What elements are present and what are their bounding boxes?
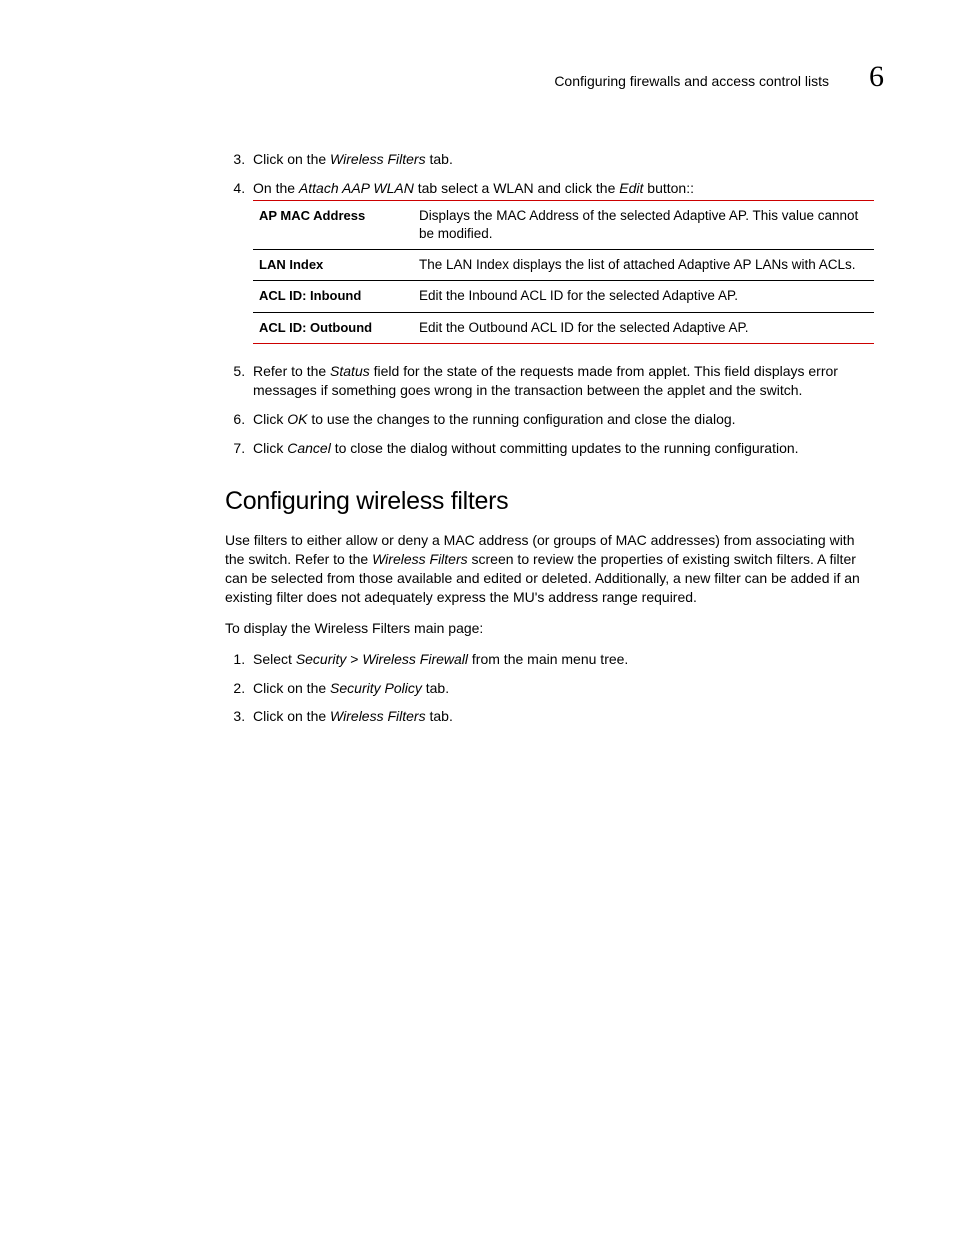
step-text: >	[346, 651, 362, 667]
document-page: Configuring firewalls and access control…	[0, 0, 954, 1235]
step-text: Select	[253, 651, 296, 667]
row-label: AP MAC Address	[253, 200, 419, 249]
running-header: Configuring firewalls and access control…	[70, 62, 884, 92]
step-text: to use the changes to the running config…	[307, 411, 735, 427]
step-text: Refer to the	[253, 363, 330, 379]
definition-table: AP MAC Address Displays the MAC Address …	[253, 200, 874, 344]
row-label: ACL ID: Outbound	[253, 312, 419, 343]
list-item: Refer to the Status field for the state …	[249, 362, 874, 400]
list-item: On the Attach AAP WLAN tab select a WLAN…	[249, 179, 874, 344]
list-item: Click on the Wireless Filters tab.	[249, 150, 874, 169]
emphasis: Security	[296, 651, 347, 667]
step-text: from the main menu tree.	[468, 651, 628, 667]
list-item: Click Cancel to close the dialog without…	[249, 439, 874, 458]
table-row: AP MAC Address Displays the MAC Address …	[253, 200, 874, 249]
chapter-number: 6	[869, 62, 884, 92]
step-text: Click	[253, 440, 287, 456]
header-title: Configuring firewalls and access control…	[554, 73, 829, 89]
row-desc: The LAN Index displays the list of attac…	[419, 250, 874, 281]
emphasis: Wireless Filters	[330, 151, 426, 167]
row-desc: Edit the Inbound ACL ID for the selected…	[419, 281, 874, 312]
step-list-a: Click on the Wireless Filters tab. On th…	[225, 150, 874, 344]
table-row: ACL ID: Outbound Edit the Outbound ACL I…	[253, 312, 874, 343]
step-text: Click on the	[253, 680, 330, 696]
step-text: Click	[253, 411, 287, 427]
table-row: LAN Index The LAN Index displays the lis…	[253, 250, 874, 281]
row-desc: Edit the Outbound ACL ID for the selecte…	[419, 312, 874, 343]
row-label: LAN Index	[253, 250, 419, 281]
step-text: tab.	[426, 151, 453, 167]
paragraph: To display the Wireless Filters main pag…	[225, 619, 874, 638]
emphasis: Wireless Filters	[372, 551, 468, 567]
body-content: Click on the Wireless Filters tab. On th…	[225, 150, 874, 726]
step-list-b: Refer to the Status field for the state …	[225, 362, 874, 458]
list-item: Click on the Security Policy tab.	[249, 679, 874, 698]
emphasis: OK	[287, 411, 307, 427]
emphasis: Attach AAP WLAN	[299, 180, 414, 196]
row-label: ACL ID: Inbound	[253, 281, 419, 312]
emphasis: Security Policy	[330, 680, 422, 696]
step-text: Click on the	[253, 708, 330, 724]
list-item: Click OK to use the changes to the runni…	[249, 410, 874, 429]
paragraph: Use filters to either allow or deny a MA…	[225, 531, 874, 607]
emphasis: Cancel	[287, 440, 331, 456]
section-heading: Configuring wireless filters	[225, 485, 874, 519]
list-item: Select Security > Wireless Firewall from…	[249, 650, 874, 669]
step-text: to close the dialog without committing u…	[331, 440, 799, 456]
table-row: ACL ID: Inbound Edit the Inbound ACL ID …	[253, 281, 874, 312]
emphasis: Wireless Firewall	[362, 651, 468, 667]
list-item: Click on the Wireless Filters tab.	[249, 707, 874, 726]
step-text: button::	[643, 180, 694, 196]
step-text: tab.	[426, 708, 453, 724]
step-text: tab select a WLAN and click the	[414, 180, 619, 196]
step-list-c: Select Security > Wireless Firewall from…	[225, 650, 874, 727]
step-text: On the	[253, 180, 299, 196]
step-text: tab.	[422, 680, 449, 696]
row-desc: Displays the MAC Address of the selected…	[419, 200, 874, 249]
emphasis: Wireless Filters	[330, 708, 426, 724]
step-text: Click on the	[253, 151, 330, 167]
emphasis: Edit	[619, 180, 643, 196]
emphasis: Status	[330, 363, 370, 379]
